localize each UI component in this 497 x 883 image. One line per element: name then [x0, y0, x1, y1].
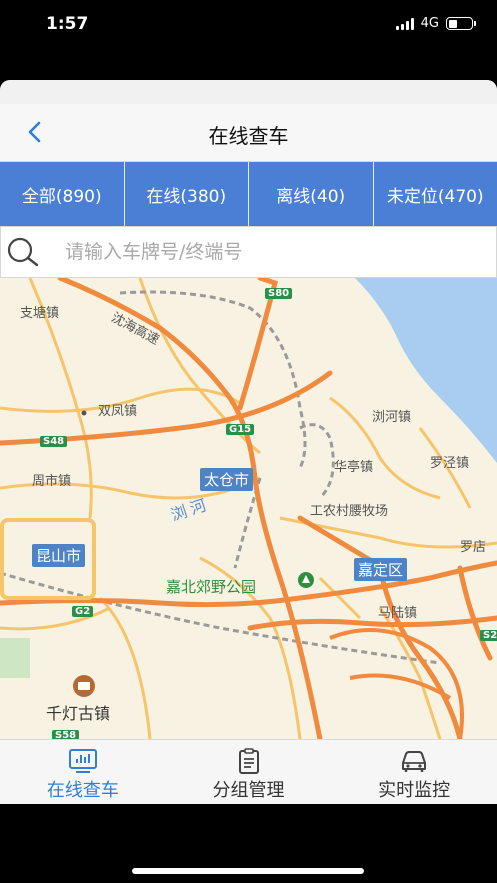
search-bar — [0, 226, 497, 278]
tab-label-online-check: 在线查车 — [46, 780, 119, 801]
road-badge-g15: G15 — [226, 424, 255, 435]
road-badge-s48: S48 — [40, 436, 68, 447]
car-icon — [402, 751, 427, 772]
top-strip — [0, 80, 497, 104]
page-title: 在线查车 — [208, 124, 289, 148]
map-label-malu: 马陆镇 — [378, 606, 418, 621]
tab-group-management[interactable]: 分组管理 — [166, 740, 332, 804]
status-bar: 1:57 4G — [0, 0, 497, 52]
battery-icon — [446, 17, 476, 30]
map-label-liuhe-town: 浏河镇 — [372, 410, 412, 425]
map-view[interactable]: 支塘镇 沈海高速 双凤镇 浏河镇 华亭镇 罗泾镇 周市镇 浏河 工农村腰牧场 罗… — [0, 278, 497, 739]
tab-label-group-management: 分组管理 — [212, 780, 285, 801]
road-badge-s2: S2 — [480, 630, 497, 641]
map-label-huating: 华亭镇 — [334, 460, 374, 475]
map-city-taicang: 太仓市 — [200, 468, 254, 491]
map-canvas — [0, 278, 497, 739]
app-window: 在线查车 全部(890) 在线(380) 离线(40) 未定位(470) 请输入… — [0, 80, 497, 804]
map-label-shuangfeng: 双凤镇 — [98, 404, 138, 419]
signal-icon — [395, 17, 414, 30]
map-label-zhitang: 支塘镇 — [20, 306, 60, 321]
tab-online-check[interactable]: 在线查车 — [0, 740, 166, 804]
chart-monitor-icon — [68, 749, 97, 773]
nav-bar: 在线查车 — [0, 104, 497, 162]
status-indicators: 4G — [395, 16, 476, 31]
filter-tabs: 全部(890) 在线(380) 离线(40) 未定位(470) — [0, 162, 497, 226]
map-label-luojing: 罗泾镇 — [430, 456, 470, 471]
road-badge-s80: S80 — [265, 288, 293, 299]
map-label-luodian: 罗店 — [460, 540, 487, 555]
map-city-kunshan: 昆山市 — [32, 544, 86, 567]
tab-label-realtime-monitor: 实时监控 — [378, 780, 451, 801]
tab-realtime-monitor[interactable]: 实时监控 — [331, 740, 497, 804]
map-label-jiabei-park: 嘉北郊野公园 — [166, 578, 257, 596]
bottom-tab-bar: 在线查车 分组管理 实时监控 — [0, 739, 497, 804]
tab-all[interactable]: 全部(890) — [0, 162, 125, 226]
map-label-gongnong: 工农村腰牧场 — [310, 504, 389, 519]
road-badge-g2: G2 — [72, 606, 94, 617]
network-type: 4G — [420, 16, 439, 31]
tab-unlocated[interactable]: 未定位(470) — [374, 162, 497, 226]
map-label-qiandeng: 千灯古镇 — [46, 704, 111, 723]
home-indicator[interactable] — [132, 868, 364, 874]
map-city-jiading: 嘉定区 — [354, 558, 408, 581]
map-label-zhoushi: 周市镇 — [32, 474, 72, 489]
status-time: 1:57 — [46, 14, 89, 34]
search-input[interactable] — [65, 241, 465, 263]
search-icon — [7, 237, 39, 267]
tab-offline[interactable]: 离线(40) — [249, 162, 374, 226]
tab-online[interactable]: 在线(380) — [125, 162, 249, 226]
clipboard-icon — [238, 748, 259, 774]
road-badge-s58: S58 — [52, 730, 80, 739]
